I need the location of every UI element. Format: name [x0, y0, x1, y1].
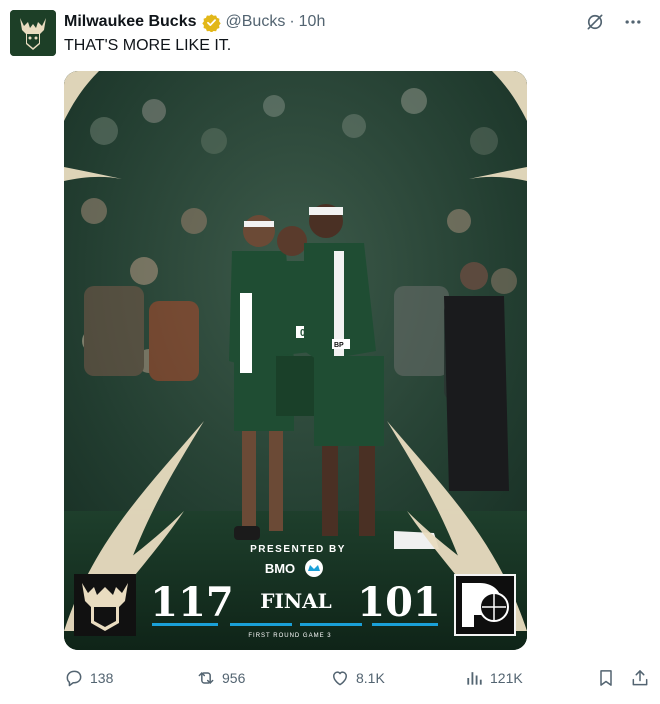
game-info-label: FIRST ROUND GAME 3: [248, 633, 331, 639]
avatar[interactable]: [10, 10, 56, 56]
tweet-media-image[interactable]: 0 BP PRESENTED BY BMO 117 FINAL 101 FIRS…: [64, 71, 527, 650]
home-score: 117: [150, 579, 234, 626]
bucks-logo-avatar-icon: [10, 10, 56, 56]
presented-by-label: PRESENTED BY: [250, 544, 346, 555]
tweet: Milwaukee Bucks @Bucks · 10h THAT'S MORE…: [0, 0, 660, 704]
away-score: 101: [357, 579, 441, 626]
like-button[interactable]: 8.1K: [330, 666, 385, 690]
sponsor-name: BMO: [265, 561, 295, 576]
author-display-name[interactable]: Milwaukee Bucks: [64, 13, 197, 31]
game-status: FINAL: [260, 589, 331, 613]
separator-dot: ·: [289, 13, 295, 30]
tweet-timestamp[interactable]: 10h: [299, 13, 326, 31]
tweet-top-actions: [582, 10, 646, 34]
reply-count: 138: [90, 670, 114, 686]
shoe-brand-text: BP: [334, 342, 344, 349]
bookmark-icon: [600, 670, 612, 686]
view-count: 121K: [490, 670, 523, 686]
like-icon: [333, 671, 347, 686]
bookmark-button[interactable]: [596, 666, 616, 690]
grok-icon[interactable]: [582, 10, 608, 34]
repost-icon: [198, 672, 214, 684]
author-handle[interactable]: @Bucks: [226, 13, 286, 31]
views-button[interactable]: 121K: [464, 666, 523, 690]
bmo-logo-icon: [305, 559, 323, 577]
author-row: Milwaukee Bucks @Bucks · 10h: [64, 11, 325, 33]
share-button[interactable]: [630, 666, 650, 690]
repost-count: 956: [222, 670, 246, 686]
repost-button[interactable]: 956: [196, 666, 245, 690]
share-icon: [632, 670, 648, 686]
like-count: 8.1K: [356, 670, 385, 686]
tweet-text: THAT'S MORE LIKE IT.: [64, 37, 232, 54]
tweet-action-bar: 138 956 8.1K 121K: [0, 666, 660, 690]
verified-badge-icon: [201, 13, 221, 33]
reply-icon: [66, 670, 82, 687]
reply-button[interactable]: 138: [64, 666, 113, 690]
views-icon: [467, 672, 482, 685]
more-icon[interactable]: [620, 10, 646, 34]
